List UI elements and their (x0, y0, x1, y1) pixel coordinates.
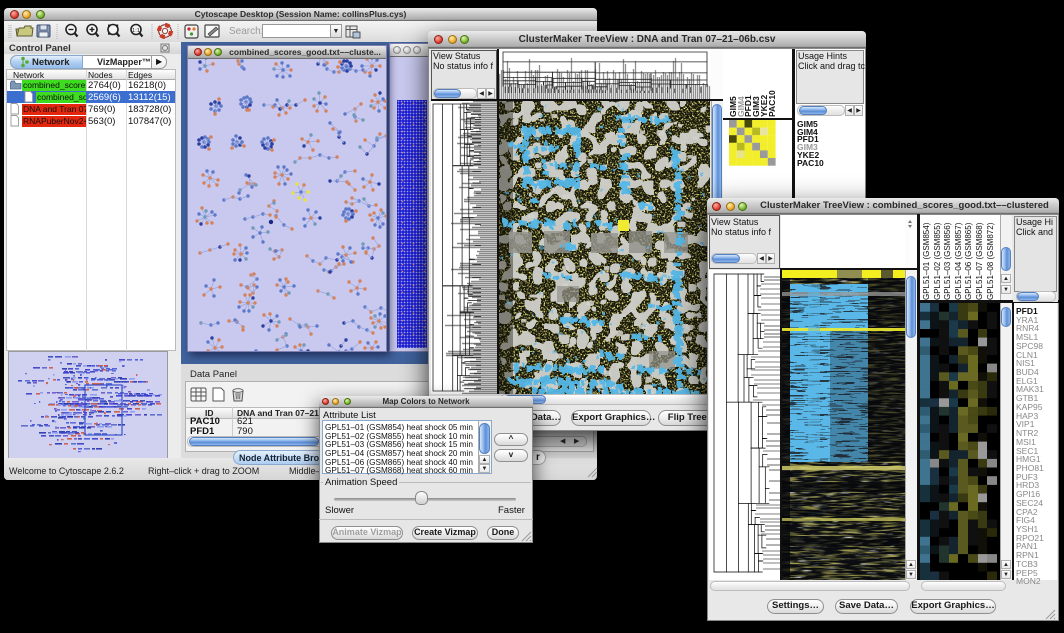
svg-text:1:1: 1:1 (132, 28, 140, 34)
